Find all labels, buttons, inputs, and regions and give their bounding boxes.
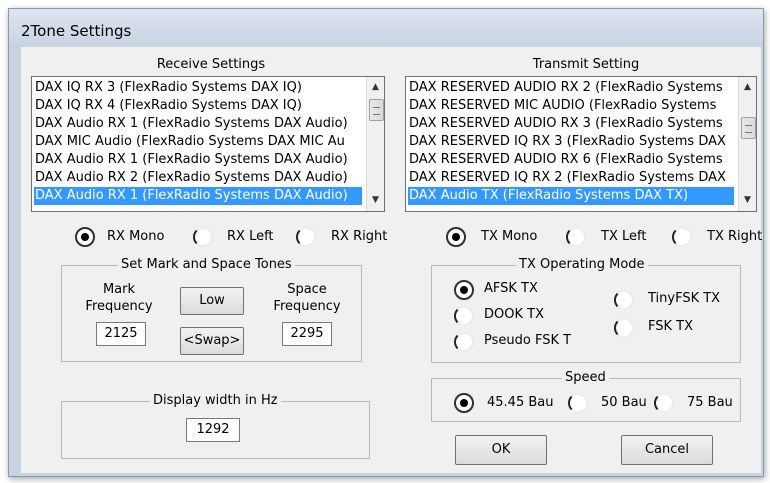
list-item[interactable]: DAX Audio RX 1 (FlexRadio Systems DAX Au… — [34, 115, 362, 133]
tinyfsk-tx-radio[interactable] — [614, 290, 634, 310]
list-item[interactable]: DAX RESERVED IQ RX 2 (FlexRadio Systems … — [408, 169, 734, 187]
tx-left-radio[interactable] — [566, 227, 586, 247]
tx-operating-mode-legend: TX Operating Mode — [516, 257, 648, 272]
low-button[interactable]: Low — [180, 287, 244, 315]
list-item[interactable]: DAX IQ RX 3 (FlexRadio Systems DAX IQ) — [34, 79, 362, 97]
receive-device-list[interactable]: DAX IQ RX 3 (FlexRadio Systems DAX IQ) D… — [31, 76, 385, 212]
receive-settings-header: Receive Settings — [156, 57, 266, 72]
transmit-list-scrollbar[interactable]: ▲ ▼ — [738, 77, 756, 211]
settings-dialog: 2Tone Settings Receive Settings DAX IQ R… — [8, 8, 764, 477]
rx-mono-radio[interactable] — [75, 227, 95, 247]
list-item[interactable]: DAX RESERVED AUDIO RX 2 (FlexRadio Syste… — [408, 79, 734, 97]
tx-left-label: TX Left — [601, 229, 647, 244]
tones-group: Set Mark and Space Tones Mark Frequency … — [61, 257, 362, 362]
speed-legend: Speed — [562, 370, 609, 385]
space-frequency-label: Frequency — [273, 299, 341, 314]
window-title: 2Tone Settings — [21, 22, 132, 40]
scroll-down-icon[interactable]: ▼ — [367, 192, 384, 209]
space-label: Space — [287, 282, 327, 297]
speed-45-label: 45.45 Bau — [487, 395, 554, 410]
display-width-legend: Display width in Hz — [150, 393, 281, 408]
speed-75-label: 75 Bau — [687, 395, 733, 410]
display-width-group: Display width in Hz 1292 — [61, 393, 370, 459]
swap-button[interactable]: <Swap> — [180, 327, 244, 355]
list-item[interactable]: DAX RESERVED AUDIO RX 3 (FlexRadio Syste… — [408, 115, 734, 133]
list-item[interactable]: DAX MIC Audio (FlexRadio Systems DAX MIC… — [34, 133, 362, 151]
scroll-down-icon[interactable]: ▼ — [739, 192, 756, 209]
receive-list-scrollbar[interactable]: ▲ ▼ — [366, 77, 384, 211]
afsk-tx-radio[interactable] — [454, 280, 474, 300]
pseudo-fsk-tx-label: Pseudo FSK T — [484, 333, 572, 348]
mark-label: Mark — [102, 282, 136, 297]
list-item[interactable]: DAX RESERVED IQ RX 3 (FlexRadio Systems … — [408, 133, 734, 151]
tinyfsk-tx-label: TinyFSK TX — [648, 291, 721, 306]
space-frequency-input[interactable]: 2295 — [282, 322, 332, 346]
dook-tx-label: DOOK TX — [484, 307, 544, 322]
radio-selected-dot — [81, 233, 89, 241]
dialog-body: Receive Settings DAX IQ RX 3 (FlexRadio … — [21, 47, 763, 473]
ok-button[interactable]: OK — [455, 435, 547, 465]
list-item[interactable]: DAX Audio RX 1 (FlexRadio Systems DAX Au… — [34, 187, 362, 205]
radio-selected-dot — [460, 399, 468, 407]
tx-right-radio[interactable] — [672, 227, 692, 247]
list-item[interactable]: DAX IQ RX 4 (FlexRadio Systems DAX IQ) — [34, 97, 362, 115]
transmit-settings-header: Transmit Setting — [532, 57, 640, 72]
scroll-thumb[interactable] — [369, 99, 384, 121]
scroll-up-icon[interactable]: ▲ — [367, 79, 384, 96]
transmit-device-list[interactable]: DAX RESERVED AUDIO RX 2 (FlexRadio Syste… — [405, 76, 757, 212]
tx-mono-label: TX Mono — [481, 229, 538, 244]
list-item[interactable]: DAX Audio RX 2 (FlexRadio Systems DAX Au… — [34, 169, 362, 187]
mark-frequency-input[interactable]: 2125 — [96, 322, 146, 346]
title-bar[interactable]: 2Tone Settings — [9, 9, 763, 45]
fsk-tx-label: FSK TX — [648, 319, 694, 334]
speed-group: Speed 45.45 Bau 50 Bau 75 Bau — [431, 370, 741, 422]
rx-mono-label: RX Mono — [107, 229, 165, 244]
dook-tx-radio[interactable] — [454, 306, 474, 326]
mark-frequency-label: Frequency — [85, 299, 153, 314]
pseudo-fsk-tx-radio[interactable] — [454, 332, 474, 352]
list-item[interactable]: DAX Audio RX 1 (FlexRadio Systems DAX Au… — [34, 151, 362, 169]
radio-selected-dot — [452, 233, 460, 241]
tones-legend: Set Mark and Space Tones — [118, 257, 295, 272]
list-item[interactable]: DAX RESERVED AUDIO RX 6 (FlexRadio Syste… — [408, 151, 734, 169]
rx-right-label: RX Right — [331, 229, 388, 244]
display-width-input[interactable]: 1292 — [186, 418, 240, 442]
speed-50-label: 50 Bau — [601, 395, 647, 410]
list-item[interactable]: DAX Audio TX (FlexRadio Systems DAX TX) — [408, 187, 734, 205]
scroll-thumb[interactable] — [741, 117, 756, 139]
afsk-tx-label: AFSK TX — [484, 281, 538, 296]
rx-left-radio[interactable] — [193, 227, 213, 247]
speed-45-radio[interactable] — [454, 393, 474, 413]
speed-75-radio[interactable] — [654, 393, 674, 413]
cancel-button[interactable]: Cancel — [621, 435, 713, 465]
rx-left-label: RX Left — [227, 229, 274, 244]
tx-operating-mode-group: TX Operating Mode AFSK TX DOOK TX Pseudo… — [431, 257, 741, 363]
rx-right-radio[interactable] — [296, 227, 316, 247]
tx-mono-radio[interactable] — [446, 227, 466, 247]
tx-right-label: TX Right — [707, 229, 763, 244]
list-item[interactable]: DAX RESERVED MIC AUDIO (FlexRadio System… — [408, 97, 734, 115]
radio-selected-dot — [460, 286, 468, 294]
speed-50-radio[interactable] — [568, 393, 588, 413]
fsk-tx-radio[interactable] — [614, 318, 634, 338]
scroll-up-icon[interactable]: ▲ — [739, 79, 756, 96]
